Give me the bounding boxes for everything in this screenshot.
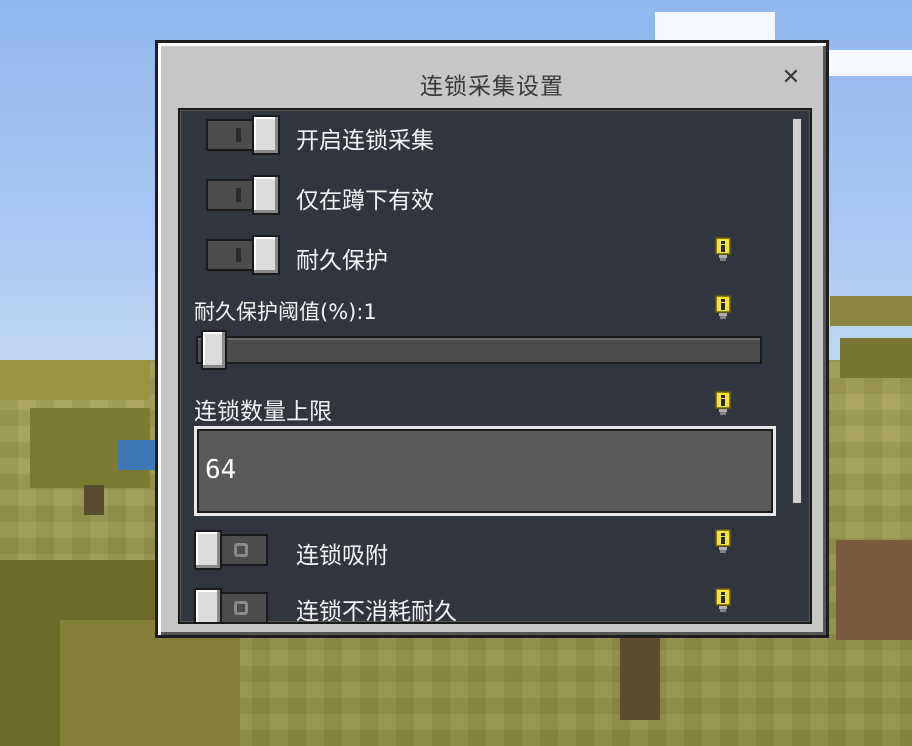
toggle-off-mark [234, 543, 248, 557]
toggle-knob [252, 175, 280, 215]
chain-limit-input[interactable]: 64 [194, 426, 776, 516]
close-button[interactable]: ✕ [780, 67, 802, 89]
no-durability-cost-label: 连锁不消耗耐久 [296, 599, 457, 624]
scrollbar-thumb[interactable] [792, 118, 802, 504]
durability-protect-label: 耐久保护 [296, 248, 388, 274]
durability-threshold-slider-thumb[interactable] [201, 330, 228, 370]
tree-canopy [830, 296, 912, 326]
durability-protect-toggle[interactable] [206, 235, 284, 275]
dirt-block [836, 540, 912, 640]
durability-threshold-slider-track[interactable] [196, 336, 762, 364]
info-icon[interactable] [714, 295, 732, 321]
sneak-only-toggle[interactable] [206, 175, 284, 215]
toggle-knob [252, 235, 280, 275]
no-durability-cost-toggle[interactable] [194, 588, 272, 622]
toggle-off-mark [234, 601, 248, 615]
durability-threshold-label: 耐久保护阈值(%):1 [194, 300, 377, 324]
bush [60, 620, 240, 746]
settings-scroll-panel[interactable]: 开启连锁采集 仅在蹲下有效 耐久保护 耐久保护阈值(%):1 连锁数量上限 64… [178, 108, 812, 624]
chain-mining-settings-dialog: 连锁采集设置 ✕ 开启连锁采集 仅在蹲下有效 耐久保护 耐久保护阈值(%):1 … [155, 40, 829, 638]
toggle-on-mark [236, 128, 241, 142]
info-icon[interactable] [714, 237, 732, 263]
water [118, 440, 158, 470]
toggle-knob [194, 588, 222, 622]
enable-chain-label: 开启连锁采集 [296, 128, 434, 154]
info-icon[interactable] [714, 391, 732, 417]
chain-limit-label: 连锁数量上限 [194, 399, 332, 425]
tree-canopy [840, 338, 912, 378]
toggle-knob [252, 115, 280, 155]
dialog-title: 连锁采集设置 [420, 74, 564, 100]
tree-trunk [84, 485, 104, 515]
sneak-only-label: 仅在蹲下有效 [296, 188, 434, 214]
toggle-knob [194, 530, 222, 570]
tree-trunk [620, 630, 660, 720]
enable-chain-toggle[interactable] [206, 115, 284, 155]
info-icon[interactable] [714, 529, 732, 555]
info-icon[interactable] [714, 588, 732, 614]
toggle-on-mark [236, 248, 241, 262]
tree-canopy [0, 360, 150, 400]
chain-attract-label: 连锁吸附 [296, 543, 388, 569]
toggle-on-mark [236, 188, 241, 202]
chain-attract-toggle[interactable] [194, 530, 272, 570]
